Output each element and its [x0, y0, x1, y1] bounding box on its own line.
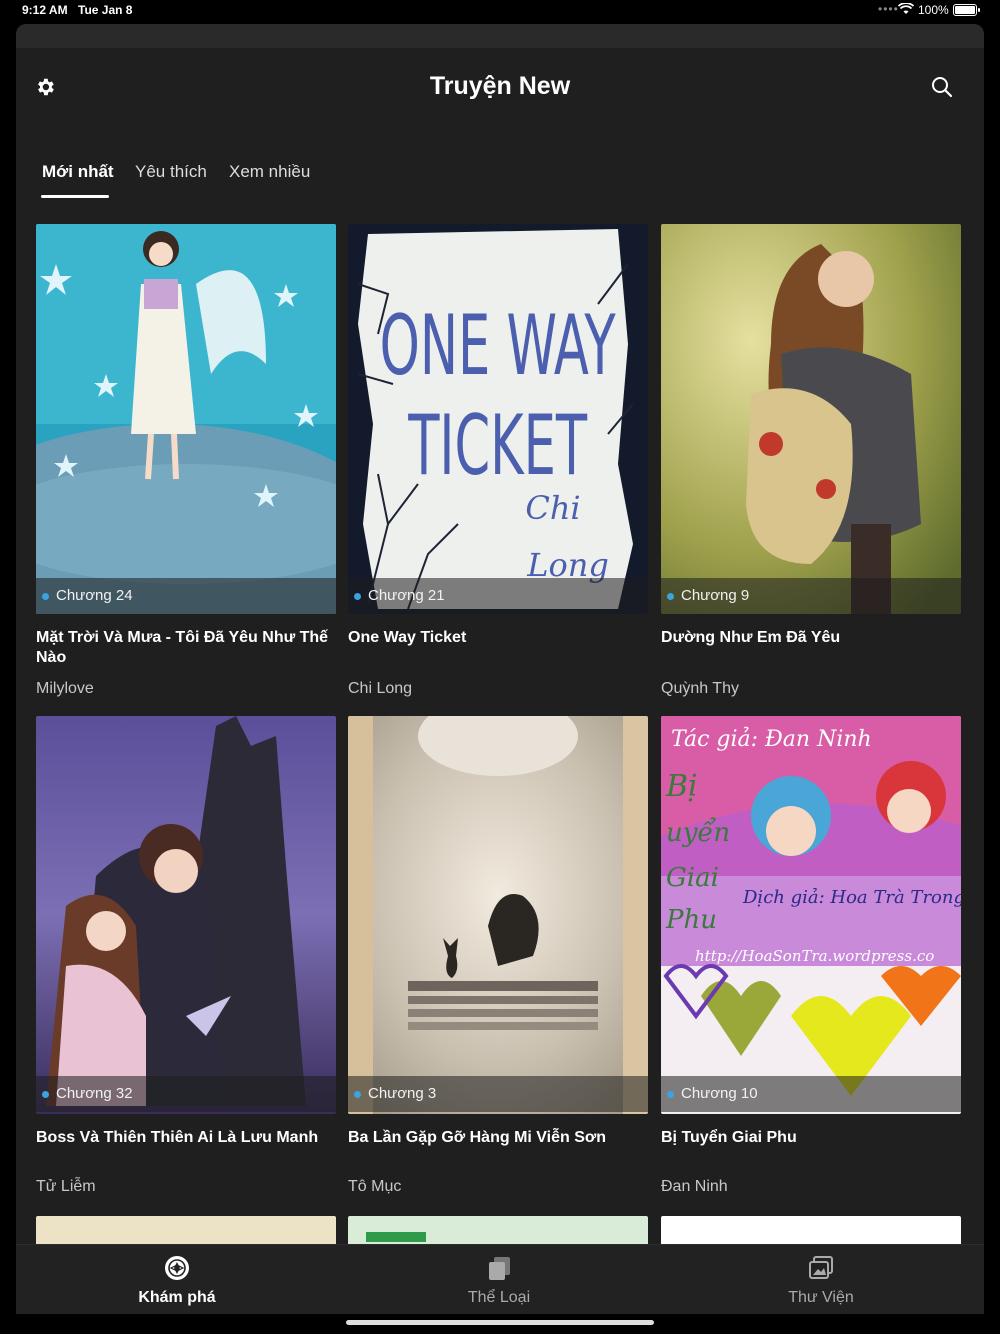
status-bar: 9:12 AM Tue Jan 8 •••• 100% [0, 0, 1000, 24]
nav-label: Thể Loại [467, 1289, 531, 1306]
book-title[interactable]: Mặt Trời Và Mưa - Tôi Đã Yêu Như Thế Nào [36, 628, 336, 668]
book-author: Tô Mục [348, 1178, 402, 1195]
cover-text-chi: Chi [525, 489, 580, 527]
cover-text-url: http://HoaSonTra.wordpress.co [695, 947, 934, 965]
active-tab-indicator [41, 195, 109, 198]
bottom-tab-bar: Khám phá Thể Loại Thư Viện [16, 1244, 984, 1314]
book-title[interactable]: Ba Lần Gặp Gỡ Hàng Mi Viễn Sơn [348, 1128, 648, 1148]
book-author: Chi Long [348, 680, 413, 697]
book-card[interactable]: ONE WAY TICKET Chi Long Chương 21 One Wa… [348, 224, 648, 714]
chapter-label: Chương 24 [56, 587, 133, 604]
book-author: Quỳnh Thy [661, 680, 739, 697]
cover-text-giai: Giai [666, 863, 719, 893]
book-card[interactable]: Tác giả: Đan Ninh Bị uyển Giai Phu Dịch … [661, 716, 961, 1206]
book-title[interactable]: Bị Tuyển Giai Phu [661, 1128, 961, 1148]
chapter-dot-icon [667, 1091, 674, 1098]
book-cover[interactable]: Chương 32 [36, 716, 336, 1114]
cover-decoration [366, 1232, 426, 1242]
cover-text-author: Tác giả: Đan Ninh [671, 726, 872, 752]
chapter-badge: Chương 3 [348, 1076, 648, 1112]
cover-text-uyen: uyển [666, 817, 730, 848]
book-title[interactable]: Boss Và Thiên Thiên Ai Là Lưu Manh [36, 1128, 336, 1148]
book-grid: Chương 24 Mặt Trời Và Mưa - Tôi Đã Yêu N… [16, 224, 984, 1244]
cover-text-ticket: TICKET [407, 397, 587, 494]
book-card[interactable]: Chương 3 Ba Lần Gặp Gỡ Hàng Mi Viễn Sơn … [348, 716, 648, 1206]
nav-explore[interactable]: Khám phá [16, 1245, 338, 1314]
chapter-label: Chương 10 [681, 1085, 758, 1102]
nav-categories[interactable]: Thể Loại [338, 1245, 660, 1314]
chapter-badge: Chương 24 [36, 578, 336, 614]
chapter-badge: Chương 21 [348, 578, 648, 614]
book-cover[interactable]: ONE WAY TICKET Chi Long Chương 21 [348, 224, 648, 614]
book-author: Milylove [36, 680, 94, 697]
stack-icon [486, 1255, 512, 1281]
cover-text-bi: Bị [665, 769, 698, 804]
book-cover[interactable]: Chương 3 [348, 716, 648, 1114]
chapter-dot-icon [42, 1091, 49, 1098]
chapter-dot-icon [354, 1091, 361, 1098]
home-indicator[interactable] [346, 1320, 654, 1325]
wifi-icon [897, 2, 915, 18]
chapter-dot-icon [42, 593, 49, 600]
tab-most-viewed[interactable]: Xem nhiều [229, 162, 310, 202]
book-cover[interactable]: Chương 9 [661, 224, 961, 614]
chapter-label: Chương 3 [368, 1085, 437, 1102]
chapter-badge: Chương 32 [36, 1076, 336, 1112]
book-cover-partial[interactable] [661, 1216, 961, 1244]
page-title: Truyện New [429, 72, 571, 100]
app-frame: Truyện New Mới nhất Yêu thích Xem nhiều [16, 24, 984, 1314]
nav-library[interactable]: Thư Viện [660, 1245, 982, 1314]
status-time: 9:12 AM [22, 3, 68, 17]
chapter-badge: Chương 9 [661, 578, 961, 614]
book-author: Tử Liễm [36, 1178, 96, 1195]
book-author: Đan Ninh [661, 1178, 728, 1195]
chapter-label: Chương 32 [56, 1085, 133, 1102]
chapter-badge: Chương 10 [661, 1076, 961, 1112]
compass-icon [164, 1255, 190, 1281]
book-card[interactable]: Chương 24 Mặt Trời Và Mưa - Tôi Đã Yêu N… [36, 224, 336, 714]
book-card[interactable]: Chương 9 Dường Như Em Đã Yêu Quỳnh Thy [661, 224, 961, 714]
library-icon [808, 1255, 834, 1281]
chapter-dot-icon [354, 593, 361, 600]
battery-icon [953, 4, 980, 16]
chapter-dot-icon [667, 593, 674, 600]
chapter-label: Chương 9 [681, 587, 750, 604]
battery-percent: 100% [918, 3, 949, 17]
cover-text-phu: Phu [665, 905, 717, 935]
nav-label: Khám phá [138, 1289, 216, 1306]
book-title[interactable]: Dường Như Em Đã Yêu [661, 628, 961, 648]
status-date: Tue Jan 8 [78, 3, 133, 17]
nav-label: Thư Viện [788, 1289, 854, 1306]
cellular-dots-icon: •••• [878, 2, 899, 16]
cover-text-translator: Dịch giả: Hoa Trà Trong G [742, 887, 961, 908]
book-cover-partial[interactable] [348, 1216, 648, 1244]
window-top-strip [16, 24, 984, 48]
book-card[interactable]: Chương 32 Boss Và Thiên Thiên Ai Là Lưu … [36, 716, 336, 1206]
cover-text-one-way: ONE WAY [380, 297, 617, 394]
tab-bar: Mới nhất Yêu thích Xem nhiều [16, 162, 984, 202]
book-cover[interactable]: Tác giả: Đan Ninh Bị uyển Giai Phu Dịch … [661, 716, 961, 1114]
book-cover[interactable]: Chương 24 [36, 224, 336, 614]
book-title[interactable]: One Way Ticket [348, 628, 648, 648]
chapter-label: Chương 21 [368, 587, 445, 604]
search-icon[interactable] [931, 76, 953, 98]
tab-favorites[interactable]: Yêu thích [135, 162, 207, 202]
book-cover-partial[interactable] [36, 1216, 336, 1244]
